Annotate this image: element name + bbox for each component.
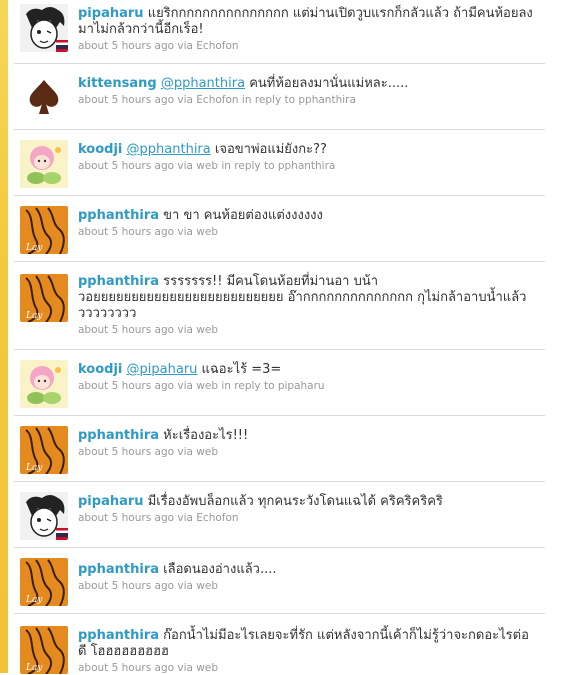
tweet-item: Lay pphanthira ขา ขา คนห้อยต่องแต่งงงงงง… <box>14 196 545 262</box>
tweet-reply-link[interactable]: in reply to pphanthira <box>242 94 356 106</box>
tweet-source: via web <box>177 380 219 392</box>
tweet-source: via Echofon <box>177 512 239 524</box>
tweet-timestamp[interactable]: about 5 hours ago <box>78 380 174 392</box>
tweet-item: pipaharu แยริกกกกกกกกกกกกกกก แต่ม่านเปิด… <box>14 0 545 64</box>
tweet-text: เลือดนองอ่างแล้ว.... <box>163 562 277 577</box>
tweet-text: คนที่ห้อยลงมานั่นแม่หละ..... <box>249 76 409 91</box>
tweet-source: via Echofon <box>177 40 239 52</box>
tweet-item: koodji @pipaharu แฉอะไร้ =3= about 5 hou… <box>14 350 545 416</box>
tweet-timestamp[interactable]: about 5 hours ago <box>78 226 174 238</box>
tweet-source: via Echofon <box>177 94 239 106</box>
koodji-avatar[interactable] <box>20 140 68 188</box>
lay-avatar[interactable]: Lay <box>20 558 68 606</box>
lay-avatar[interactable]: Lay <box>20 206 68 254</box>
timeline: pipaharu แยริกกกกกกกกกกกกกกก แต่ม่านเปิด… <box>14 0 545 674</box>
tweet-text: ขา ขา คนห้อยต่องแต่งงงงงง <box>163 208 323 223</box>
svg-text:Lay: Lay <box>25 311 43 321</box>
svg-text:Lay: Lay <box>25 595 43 605</box>
tweet-item: kittensang @pphanthira คนที่ห้อยลงมานั่น… <box>14 64 545 130</box>
tweet-item: pipaharu มีเรื่องอัพบล็อกแล้ว ทุกคนระวัง… <box>14 482 545 548</box>
svg-text:Lay: Lay <box>25 243 43 253</box>
tweet-timestamp[interactable]: about 5 hours ago <box>78 446 174 458</box>
page-right-margin <box>545 0 565 673</box>
sidebar-strip <box>0 0 8 673</box>
lay-avatar[interactable]: Lay <box>20 426 68 474</box>
tweet-timestamp[interactable]: about 5 hours ago <box>78 94 174 106</box>
tweet-username[interactable]: pphanthira <box>78 208 159 223</box>
tweet-source: via web <box>177 324 219 336</box>
tweet-username[interactable]: koodji <box>78 362 122 377</box>
tweet-mention[interactable]: @pphanthira <box>161 76 245 91</box>
svg-text:Lay: Lay <box>25 663 43 673</box>
lay-avatar[interactable]: Lay <box>20 274 68 322</box>
tweet-item: Lay pphanthira หัะเรื่องอะไร!!! about 5 … <box>14 416 545 482</box>
tweet-timestamp[interactable]: about 5 hours ago <box>78 512 174 524</box>
tweet-item: Lay pphanthira ก๊อกน้ำไม่มีอะไรเลยจะที่ร… <box>14 614 545 674</box>
pipaharu-avatar[interactable] <box>20 4 68 52</box>
tweet-mention[interactable]: @pphanthira <box>127 142 211 157</box>
tweet-username[interactable]: pipaharu <box>78 494 144 509</box>
tweet-item: koodji @pphanthira เจอขาพ่อแม่ยังกะ?? ab… <box>14 130 545 196</box>
tweet-timestamp[interactable]: about 5 hours ago <box>78 662 174 674</box>
tweet-username[interactable]: pphanthira <box>78 628 159 643</box>
tweet-mention[interactable]: @pipaharu <box>127 362 198 377</box>
tweet-username[interactable]: koodji <box>78 142 122 157</box>
tweet-timestamp[interactable]: about 5 hours ago <box>78 160 174 172</box>
tweet-text: หัะเรื่องอะไร!!! <box>163 428 249 443</box>
tweet-username[interactable]: kittensang <box>78 76 157 91</box>
tweet-text: เจอขาพ่อแม่ยังกะ?? <box>214 142 327 157</box>
tweet-text: แฉอะไร้ =3= <box>201 362 282 377</box>
lay-avatar[interactable]: Lay <box>20 626 68 674</box>
tweet-source: via web <box>177 160 219 172</box>
tweet-username[interactable]: pphanthira <box>78 428 159 443</box>
tweet-username[interactable]: pipaharu <box>78 6 144 21</box>
tweet-timestamp[interactable]: about 5 hours ago <box>78 324 174 336</box>
tweet-text: แยริกกกกกกกกกกกกกกก แต่ม่านเปิดวูบแรกก็ก… <box>78 6 533 37</box>
tweet-source: via web <box>177 580 219 592</box>
tweet-item: Lay pphanthira เลือดนองอ่างแล้ว.... abou… <box>14 548 545 614</box>
tweet-reply-link[interactable]: in reply to pipaharu <box>221 380 324 392</box>
koodji-avatar[interactable] <box>20 360 68 408</box>
svg-text:Lay: Lay <box>25 463 43 473</box>
tweet-text: มีเรื่องอัพบล็อกแล้ว ทุกคนระวังโดนแฉได้ … <box>147 494 443 509</box>
tweet-timestamp[interactable]: about 5 hours ago <box>78 580 174 592</box>
tweet-source: via web <box>177 226 219 238</box>
tweet-timestamp[interactable]: about 5 hours ago <box>78 40 174 52</box>
tweet-source: via web <box>177 446 219 458</box>
pipaharu-avatar[interactable] <box>20 492 68 540</box>
tweet-username[interactable]: pphanthira <box>78 274 159 289</box>
tweet-item: Lay pphanthira รรรรรรร!! มีคนโดนห้อยที่ม… <box>14 262 545 350</box>
tweet-username[interactable]: pphanthira <box>78 562 159 577</box>
tweet-reply-link[interactable]: in reply to pphanthira <box>221 160 335 172</box>
tweet-source: via web <box>177 662 219 674</box>
spade-avatar[interactable] <box>20 72 68 120</box>
